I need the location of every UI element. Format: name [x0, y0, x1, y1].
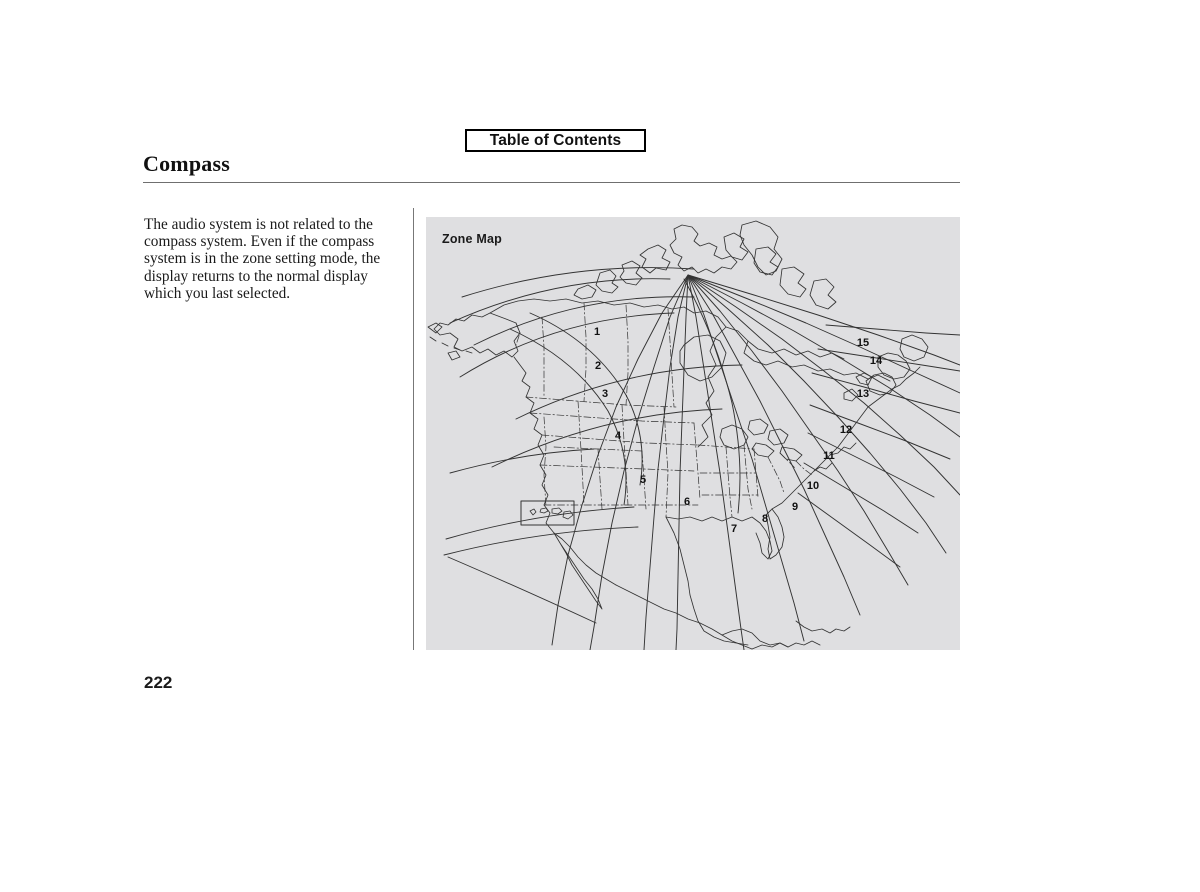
column-divider [413, 208, 414, 650]
zone-label-8: 8 [762, 513, 768, 525]
zone-label-5: 5 [640, 474, 646, 486]
zone-label-3: 3 [602, 388, 608, 400]
zone-label-2: 2 [595, 360, 601, 372]
zone-label-12: 12 [840, 424, 852, 436]
zone-label-15: 15 [857, 337, 869, 349]
zone-label-9: 9 [792, 501, 798, 513]
table-of-contents-label: Table of Contents [489, 131, 622, 149]
zone-label-11: 11 [823, 450, 835, 462]
manual-page: Table of Contents Compass The audio syst… [0, 0, 1200, 892]
zone-label-7: 7 [731, 523, 737, 535]
table-of-contents-button[interactable]: Table of Contents [465, 129, 646, 152]
page-title: Compass [143, 151, 230, 176]
body-paragraph: The audio system is not related to the c… [144, 216, 381, 302]
zone-label-4: 4 [615, 430, 622, 442]
title-divider [143, 182, 960, 183]
zone-label-10: 10 [807, 480, 819, 492]
zone-label-6: 6 [684, 496, 690, 508]
zone-label-13: 13 [857, 388, 869, 400]
zone-map-illustration: 1 2 3 4 5 6 7 8 9 10 11 12 13 14 15 [427, 220, 960, 650]
page-number: 222 [144, 673, 173, 692]
zone-map-figure: Zone Map 1 2 3 4 5 6 7 8 9 10 11 12 13 1… [426, 217, 960, 650]
zone-label-1: 1 [594, 326, 600, 338]
zone-label-14: 14 [870, 355, 883, 367]
body-text-column: The audio system is not related to the c… [144, 216, 394, 302]
